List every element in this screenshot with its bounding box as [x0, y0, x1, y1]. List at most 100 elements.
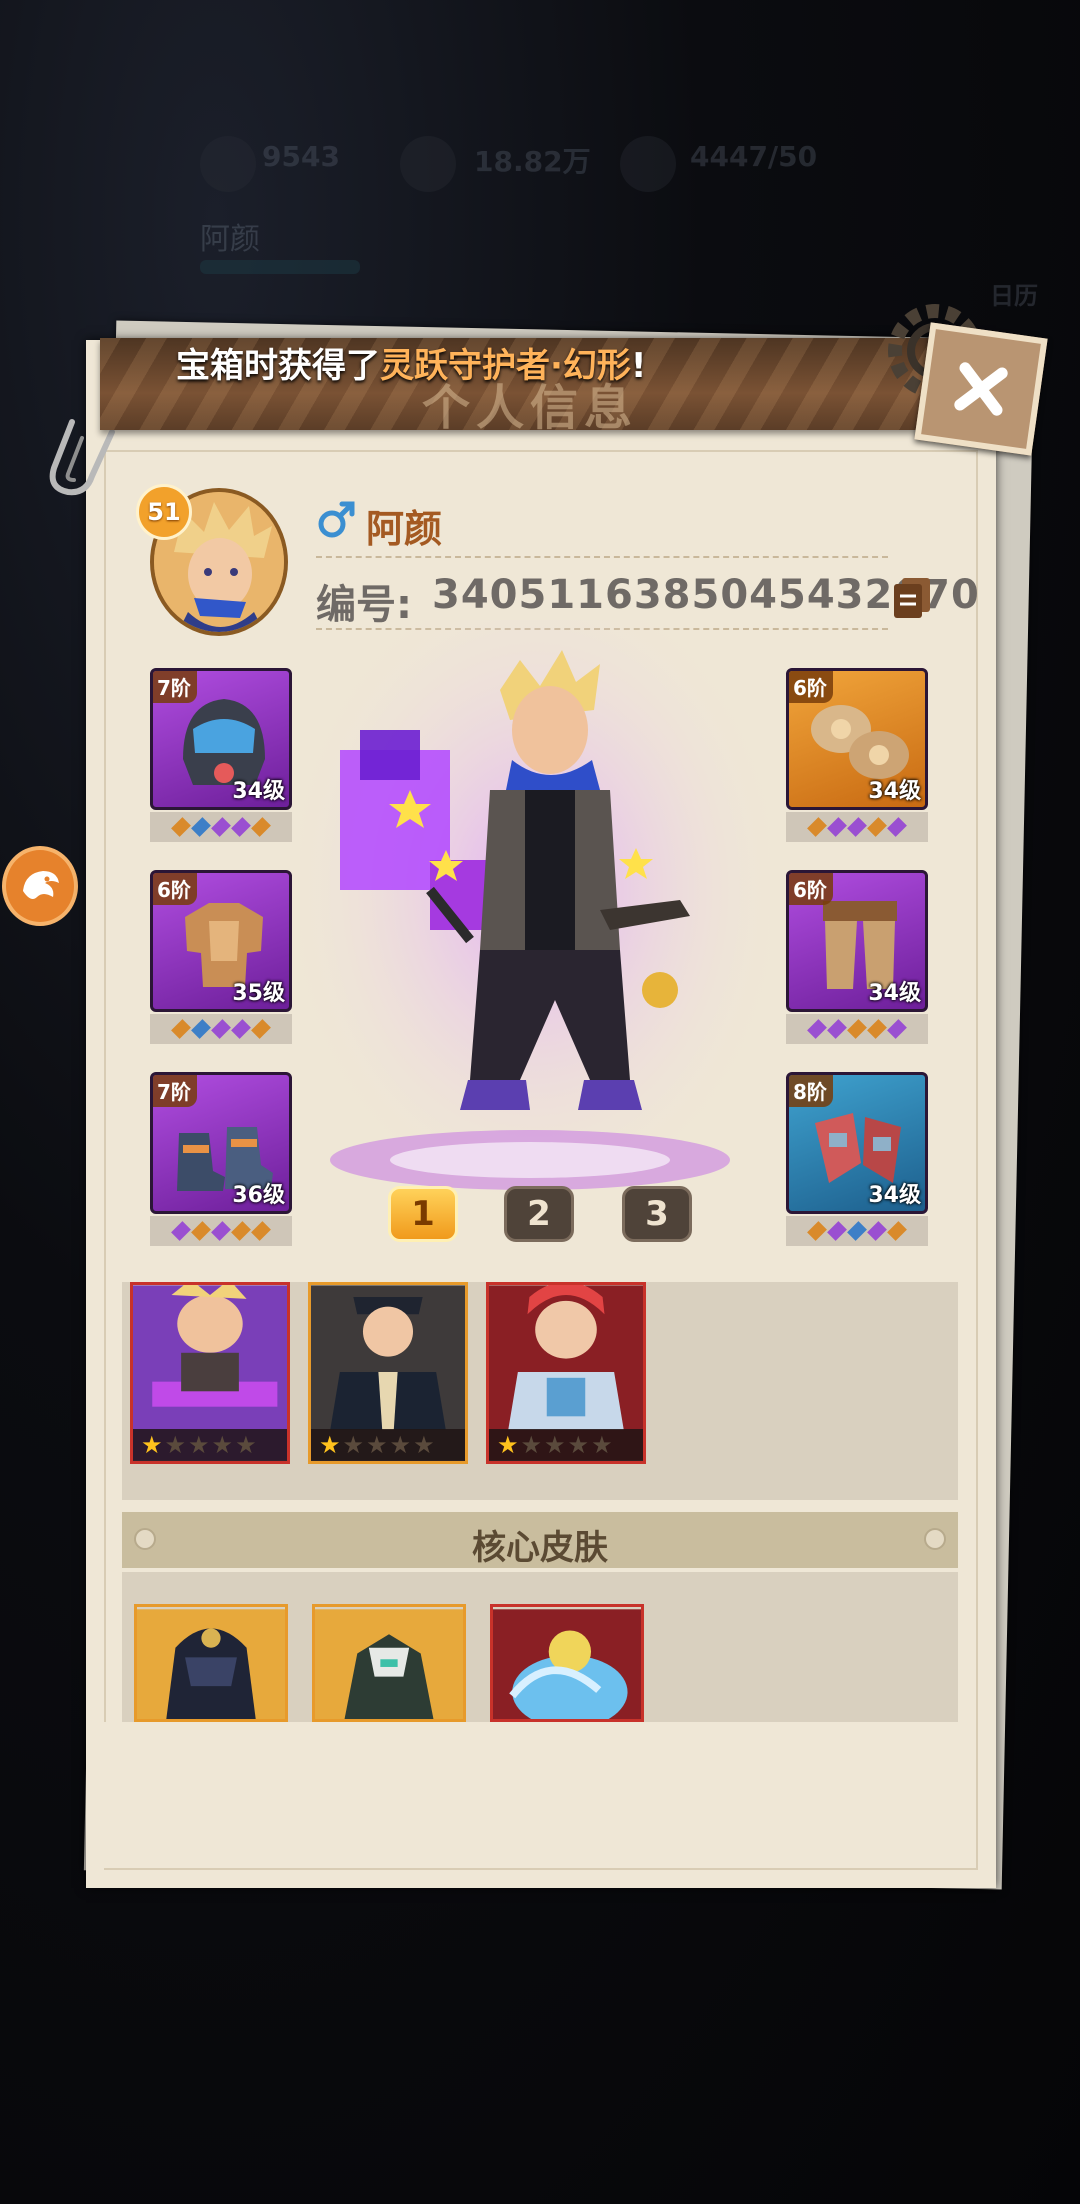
currency-3: 4447/50 — [690, 140, 818, 173]
hero-star-rating: ★ ★ ★ ★ ★ — [311, 1429, 465, 1461]
gem-icon — [827, 817, 847, 837]
equipment-level: 36级 — [232, 1183, 285, 1208]
copy-id-button[interactable] — [892, 576, 932, 620]
star-icon: ★ — [342, 1431, 365, 1459]
equipment-tier: 7阶 — [153, 671, 197, 703]
equipment-slot[interactable]: 6阶 35级 — [150, 870, 292, 1012]
gem-icon — [827, 1221, 847, 1241]
star-icon: ★ — [544, 1431, 566, 1459]
hero-card[interactable]: ★ ★ ★ ★ ★ — [486, 1282, 646, 1464]
background-player-name: 阿颜 — [200, 222, 260, 257]
gem-icon — [231, 1221, 251, 1241]
gem-icon — [827, 1019, 847, 1039]
gem-icon — [211, 1019, 231, 1039]
gem-icon — [191, 817, 211, 837]
reward-notice: 宝箱时获得了灵跃守护者·幻形! — [176, 338, 646, 387]
gem-icon — [887, 1221, 907, 1241]
hero-card[interactable]: ★ ★ ★ ★ ★ — [130, 1282, 290, 1464]
calendar-label: 日历 — [990, 282, 1038, 310]
male-gender-icon — [318, 501, 355, 538]
equipment-tier: 6阶 — [789, 873, 833, 905]
gem-icon — [887, 1019, 907, 1039]
equipment-slot[interactable]: 6阶 34级 — [786, 668, 928, 810]
gem-icon — [867, 817, 887, 837]
skin-portrait-icon — [137, 1609, 285, 1719]
equipment-level: 34级 — [232, 779, 285, 804]
equipment-level: 34级 — [868, 779, 921, 804]
equipment-tier: 8阶 — [789, 1075, 833, 1107]
equipment-gem-row — [786, 812, 928, 842]
hero-card[interactable]: ★ ★ ★ ★ ★ — [308, 1282, 468, 1464]
equipment-gem-row — [786, 1216, 928, 1246]
paper-clip-icon — [49, 419, 115, 496]
gem-icon — [171, 1221, 191, 1241]
equipment-gem-row — [150, 812, 292, 842]
core-skin-title: 核心皮肤 — [472, 1528, 608, 1568]
gem-icon — [807, 817, 827, 837]
star-icon: ★ — [389, 1431, 412, 1459]
equipment-slot[interactable]: 8阶 34级 — [786, 1072, 928, 1214]
close-button[interactable] — [914, 322, 1048, 456]
page-tab-3[interactable]: 3 — [622, 1186, 692, 1242]
skin-card[interactable] — [490, 1604, 644, 1722]
gem-icon — [807, 1019, 827, 1039]
hero-star-rating: ★ ★ ★ ★ ★ — [489, 1429, 643, 1461]
paper-bottom — [104, 1722, 976, 1868]
gem-icon — [847, 1019, 867, 1039]
gem-icon — [887, 817, 907, 837]
skin-card[interactable] — [312, 1604, 466, 1722]
gem-icon — [251, 817, 271, 837]
stamina-icon — [620, 136, 676, 192]
gem-icon — [191, 1019, 211, 1039]
hero-character — [300, 620, 770, 1220]
currency-2: 18.82万 — [474, 145, 591, 178]
star-icon: ★ — [497, 1431, 519, 1459]
background-exp-bar — [200, 260, 360, 274]
player-name: 阿颜 — [366, 507, 443, 551]
equipment-slot[interactable]: 6阶 34级 — [786, 870, 928, 1012]
equipment-gem-row — [150, 1014, 292, 1044]
equipment-tier: 6阶 — [789, 671, 833, 703]
divider — [316, 556, 888, 558]
equipment-level: 35级 — [232, 981, 285, 1006]
page-tab-2[interactable]: 2 — [504, 1186, 574, 1242]
gem-icon — [251, 1019, 271, 1039]
skin-portrait-icon — [493, 1609, 641, 1719]
star-icon: ★ — [235, 1431, 257, 1459]
gold-currency-icon — [400, 136, 456, 192]
star-icon: ★ — [567, 1431, 590, 1459]
equipment-gem-row — [150, 1216, 292, 1246]
background-hud: 9543 18.82万 4447/50 日历 — [0, 130, 1080, 310]
gem-icon — [867, 1221, 887, 1241]
notice-suffix: ! — [630, 346, 647, 386]
gem-icon — [171, 817, 191, 837]
equipment-slot[interactable]: 7阶 36级 — [150, 1072, 292, 1214]
skin-card[interactable] — [134, 1604, 288, 1722]
equipment-tier: 6阶 — [153, 873, 197, 905]
star-icon: ★ — [319, 1431, 341, 1459]
gem-icon — [847, 817, 867, 837]
equipment-level: 34级 — [868, 1183, 921, 1208]
star-icon: ★ — [141, 1431, 163, 1459]
equipment-tier: 7阶 — [153, 1075, 197, 1107]
notice-prefix: 宝箱时获得了 — [176, 346, 380, 386]
equipment-slot[interactable]: 7阶 34级 — [150, 668, 292, 810]
star-icon: ★ — [520, 1431, 543, 1459]
gem-icon — [231, 817, 251, 837]
close-icon — [954, 362, 1008, 416]
star-icon: ★ — [366, 1431, 388, 1459]
gem-icon — [171, 1019, 191, 1039]
equipment-level: 34级 — [868, 981, 921, 1006]
eagle-icon — [23, 871, 59, 899]
page-tab-1[interactable]: 1 — [388, 1186, 458, 1242]
gem-icon — [807, 1221, 827, 1241]
core-skin-header: 核心皮肤 — [122, 1512, 958, 1568]
header-ornament — [924, 1528, 946, 1550]
side-menu-button[interactable] — [2, 846, 78, 926]
player-level-badge: 51 — [136, 484, 192, 540]
gem-icon — [867, 1019, 887, 1039]
star-icon: ★ — [211, 1431, 234, 1459]
skin-portrait-icon — [315, 1609, 463, 1719]
gem-icon — [211, 817, 231, 837]
gem-currency-icon — [200, 136, 256, 192]
